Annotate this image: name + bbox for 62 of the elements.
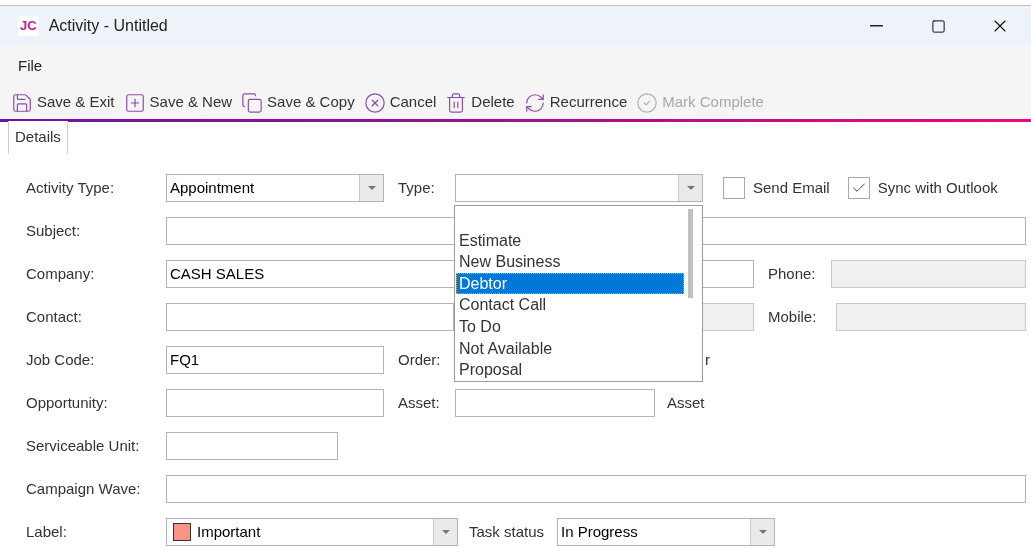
check-circle-icon <box>636 91 659 114</box>
tab[interactable]: Details <box>8 121 68 154</box>
dropdown-option[interactable]: Debtor <box>456 272 684 295</box>
caret-icon <box>433 519 457 545</box>
checkbox-label: Send Email <box>753 177 830 198</box>
checkbox[interactable] <box>723 177 745 199</box>
dropdown-field[interactable] <box>455 174 703 202</box>
trash-icon <box>445 91 468 114</box>
checkbox-label: Sync with Outlook <box>877 177 998 198</box>
menu-item[interactable]: File <box>18 54 43 78</box>
caret-icon <box>359 175 383 201</box>
caret-icon <box>678 175 702 201</box>
plus-square-icon <box>123 91 146 114</box>
copy-icon <box>241 91 264 114</box>
field-label: Label: <box>26 521 68 542</box>
text-field[interactable]: FQ1 <box>166 346 384 374</box>
field-label: Contact: <box>26 306 83 327</box>
field-label: Job Code: <box>26 349 96 370</box>
field-label: Order: <box>398 349 442 370</box>
toolbar-button[interactable]: Save & Exit <box>11 91 115 114</box>
field-label: Campaign Wave: <box>26 478 142 499</box>
dropdown-option[interactable]: New Business <box>456 251 684 273</box>
minimize-icon <box>869 25 883 27</box>
text-field[interactable] <box>166 303 454 331</box>
text-field[interactable] <box>166 389 384 417</box>
text-field[interactable] <box>166 475 1026 503</box>
field-label: Phone: <box>768 263 817 284</box>
dropdown-option[interactable]: To Do <box>456 315 684 338</box>
dropdown-option[interactable]: Estimate <box>456 229 684 252</box>
dropdown-option[interactable]: Proposal <box>456 359 684 381</box>
window-title: Activity - Untitled <box>48 16 168 36</box>
field-label: Mobile: <box>768 306 818 327</box>
field-label: Serviceable Unit: <box>26 435 141 456</box>
toolbar-button[interactable]: Recurrence <box>523 91 628 114</box>
field-label: r <box>705 349 710 370</box>
text-field[interactable] <box>455 389 655 417</box>
maximize-icon <box>930 18 946 34</box>
toolbar-button[interactable]: Cancel <box>363 91 437 114</box>
save-icon <box>11 91 33 114</box>
dropdown-field[interactable]: In Progress <box>557 518 775 546</box>
cancel-icon <box>363 91 386 114</box>
checkbox[interactable] <box>847 177 870 199</box>
toolbar-button[interactable]: Delete <box>445 91 515 114</box>
dropdown-field[interactable]: Important <box>166 518 458 546</box>
field-label: Type: <box>398 177 436 198</box>
toolbar-button[interactable]: Save & New <box>123 91 233 114</box>
field-label: Asset: <box>398 392 441 413</box>
dropdown-field[interactable]: Appointment <box>166 174 384 202</box>
dropdown-option[interactable]: Contact Call <box>456 294 684 316</box>
toolbar-button[interactable]: Save & Copy <box>241 91 355 114</box>
scrollbar-thumb[interactable] <box>688 209 693 298</box>
field-label: Company: <box>26 263 96 284</box>
caret-icon <box>750 519 774 545</box>
refresh-icon <box>523 91 546 114</box>
field-label: Task status <box>469 521 546 542</box>
app-logo: JC <box>18 16 39 36</box>
field-label: Opportunity: <box>26 392 109 413</box>
field-label: Asset <box>667 392 705 413</box>
field-label: Subject: <box>26 220 82 241</box>
dropdown-option[interactable]: Not Available <box>456 337 684 360</box>
field-label: Activity Type: <box>26 177 116 198</box>
text-field[interactable] <box>166 432 338 460</box>
